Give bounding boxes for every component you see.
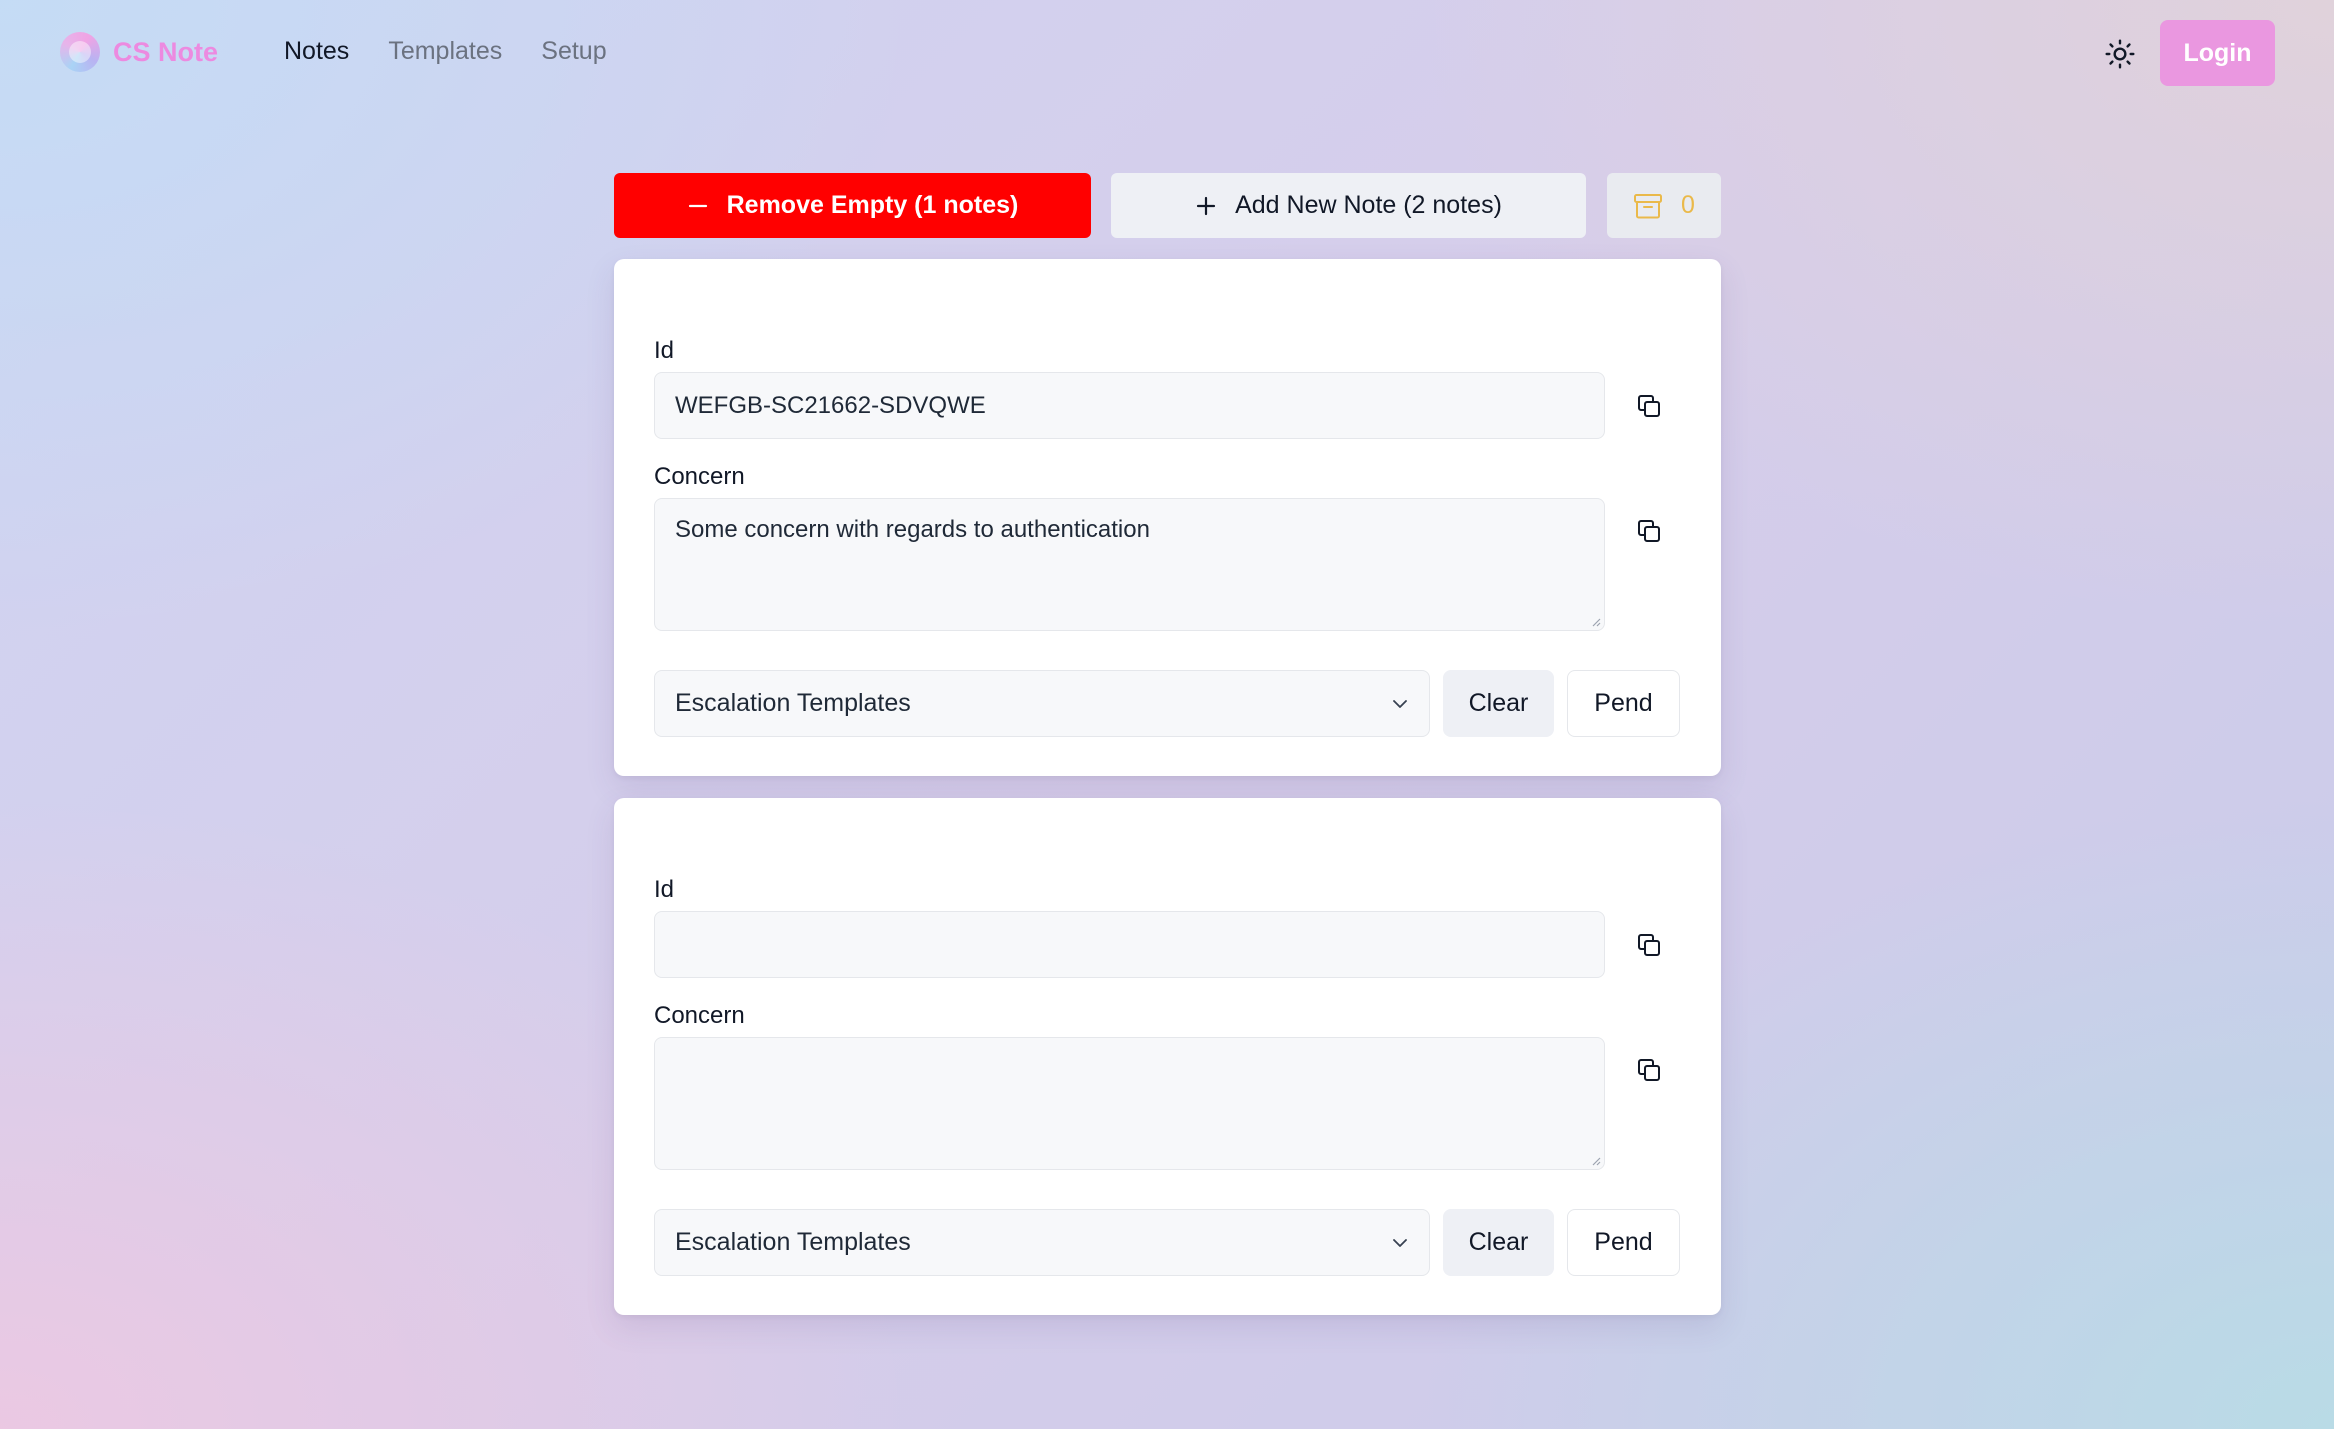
copy-id-button[interactable] xyxy=(1634,930,1664,960)
id-label: Id xyxy=(654,337,675,364)
sun-icon xyxy=(2105,39,2135,69)
login-button[interactable]: Login xyxy=(2160,20,2275,86)
resize-handle-icon[interactable] xyxy=(1591,617,1601,627)
copy-icon xyxy=(1638,395,1660,417)
add-note-button[interactable]: Add New Note (2 notes) xyxy=(1111,173,1586,238)
app-name: CS Note xyxy=(113,36,219,67)
theme-toggle-button[interactable] xyxy=(2098,32,2142,76)
template-select-value: Escalation Templates xyxy=(675,689,911,717)
nav-templates[interactable]: Templates xyxy=(388,37,502,66)
concern-label: Concern xyxy=(654,1002,745,1029)
note-card: Id WEFGB-SC21662-SDVQWE Concern Some con… xyxy=(614,259,1721,776)
copy-icon xyxy=(1638,520,1660,542)
copy-concern-button[interactable] xyxy=(1634,1055,1664,1085)
template-select[interactable]: Escalation Templates xyxy=(654,1209,1430,1276)
copy-icon xyxy=(1638,934,1660,956)
concern-text: Some concern with regards to authenticat… xyxy=(675,516,1150,543)
add-note-label: Add New Note (2 notes) xyxy=(1235,191,1502,219)
app-logo[interactable]: CS Note xyxy=(60,32,218,72)
remove-empty-label: Remove Empty (1 notes) xyxy=(726,191,1019,219)
pend-button[interactable]: Pend xyxy=(1567,670,1680,737)
plus-icon xyxy=(1195,195,1217,217)
note-card: Id Concern Escalation Templates Clear Pe… xyxy=(614,798,1721,1315)
template-select-value: Escalation Templates xyxy=(675,1228,911,1256)
copy-icon xyxy=(1638,1059,1660,1081)
pend-button[interactable]: Pend xyxy=(1567,1209,1680,1276)
concern-textarea[interactable]: Some concern with regards to authenticat… xyxy=(654,498,1605,631)
concern-textarea[interactable] xyxy=(654,1037,1605,1170)
archive-icon xyxy=(1633,192,1663,220)
logo-icon xyxy=(60,32,100,72)
resize-handle-icon[interactable] xyxy=(1591,1156,1601,1166)
top-navbar: CS Note Notes Templates Setup Login xyxy=(0,0,2334,106)
copy-id-button[interactable] xyxy=(1634,391,1664,421)
copy-concern-button[interactable] xyxy=(1634,516,1664,546)
template-select[interactable]: Escalation Templates xyxy=(654,670,1430,737)
remove-empty-button[interactable]: Remove Empty (1 notes) xyxy=(614,173,1091,238)
clear-button[interactable]: Clear xyxy=(1443,670,1554,737)
minus-icon xyxy=(687,195,709,217)
chevron-down-icon xyxy=(1393,699,1407,708)
nav-notes[interactable]: Notes xyxy=(284,37,349,66)
clear-button[interactable]: Clear xyxy=(1443,1209,1554,1276)
archive-button[interactable]: 0 xyxy=(1607,173,1721,238)
id-label: Id xyxy=(654,876,675,903)
concern-label: Concern xyxy=(654,463,745,490)
nav-setup[interactable]: Setup xyxy=(541,37,606,66)
archive-count: 0 xyxy=(1681,191,1695,219)
chevron-down-icon xyxy=(1393,1238,1407,1247)
id-input[interactable]: WEFGB-SC21662-SDVQWE xyxy=(654,372,1605,439)
id-input[interactable] xyxy=(654,911,1605,978)
main-nav: Notes Templates Setup xyxy=(284,37,646,66)
